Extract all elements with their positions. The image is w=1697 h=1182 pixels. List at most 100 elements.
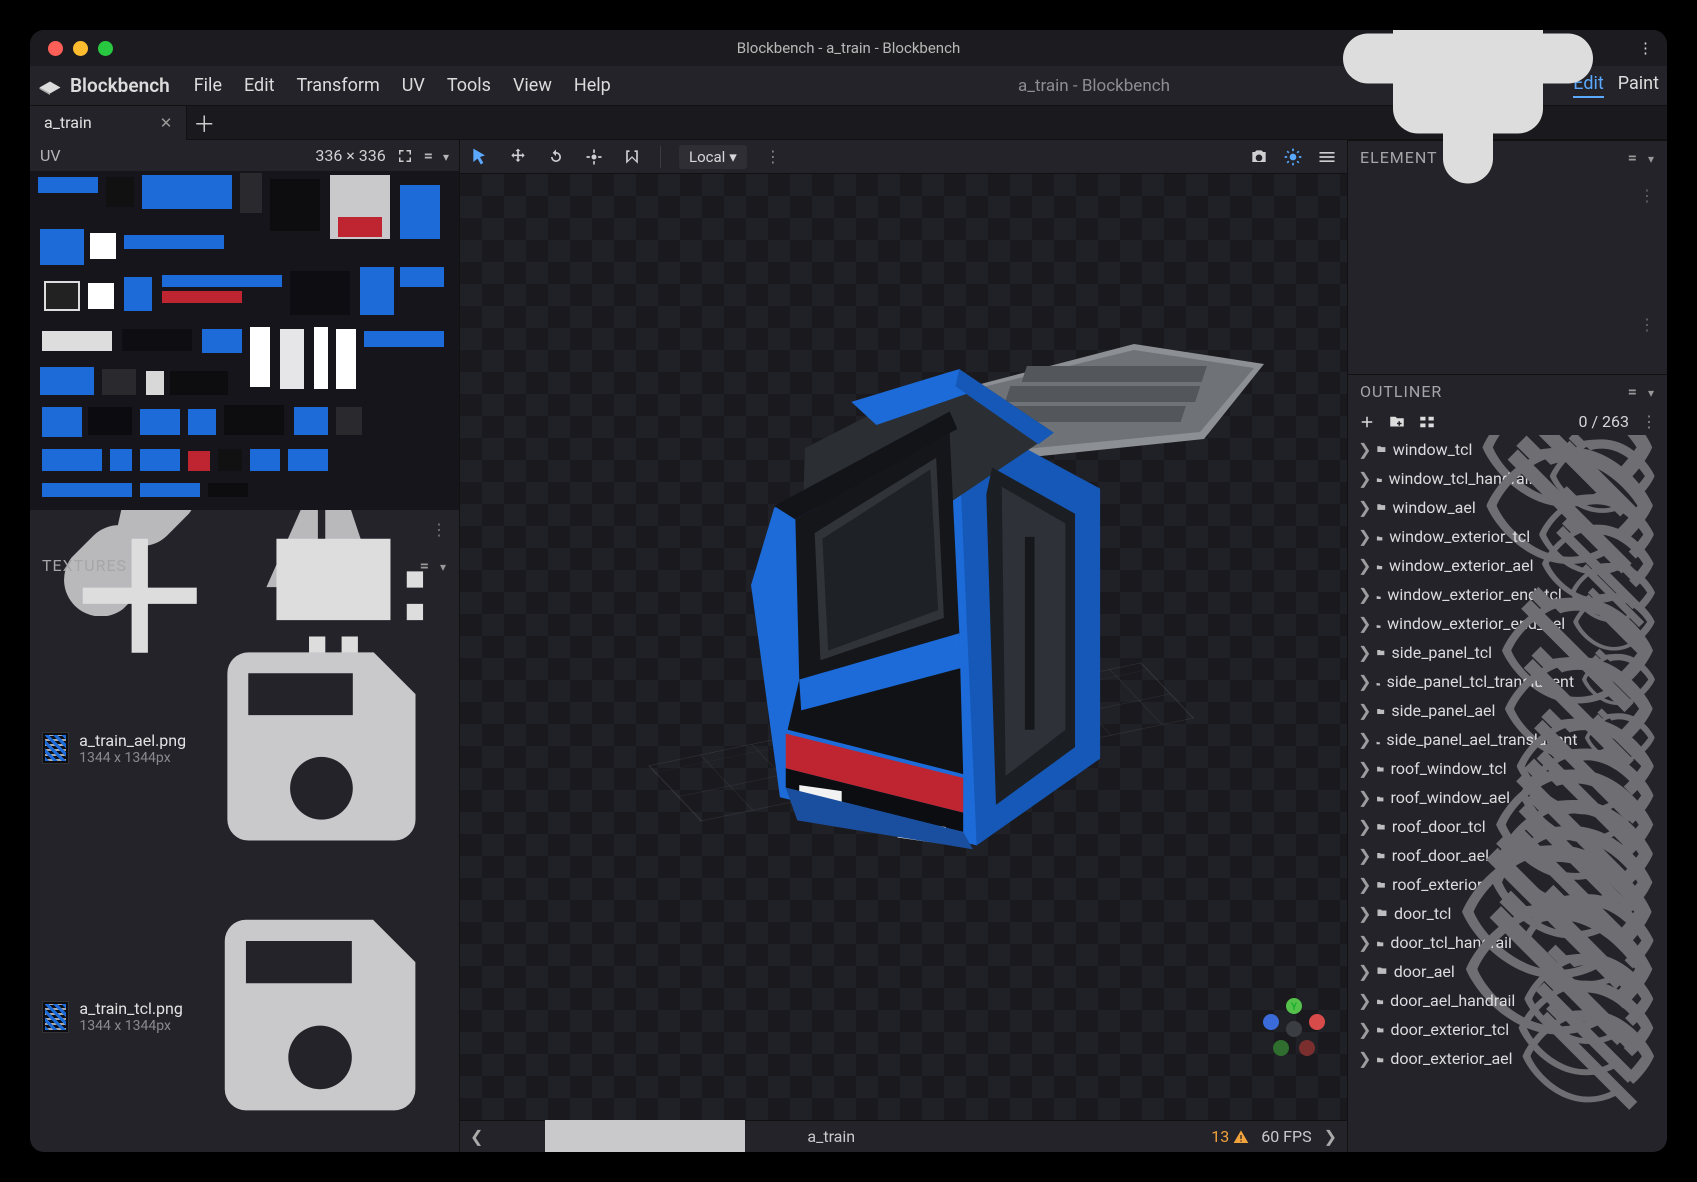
chevron-right-icon[interactable]: ❯ bbox=[1358, 991, 1370, 1010]
shading-icon[interactable] bbox=[1283, 147, 1303, 167]
outliner-collapse-icon[interactable] bbox=[1648, 382, 1655, 401]
maximize-window-button[interactable] bbox=[98, 41, 113, 56]
rotate-tool-icon[interactable] bbox=[546, 147, 566, 167]
uv-preview[interactable] bbox=[30, 171, 459, 510]
menu-transform[interactable]: Transform bbox=[292, 73, 383, 98]
menu-help[interactable]: Help bbox=[570, 73, 615, 98]
chevron-right-icon[interactable]: ❯ bbox=[1358, 817, 1370, 836]
folder-icon bbox=[1376, 788, 1384, 807]
viewport[interactable]: Y bbox=[460, 174, 1347, 1120]
visibility-icon[interactable] bbox=[1519, 987, 1657, 1129]
close-tab-icon[interactable]: ✕ bbox=[160, 114, 173, 132]
texture-buttons bbox=[30, 581, 459, 615]
chevron-right-icon[interactable]: ❯ bbox=[1358, 875, 1370, 894]
right-panel: ELEMENT OUTLINER bbox=[1347, 140, 1667, 1152]
vertex-snap-tool-icon[interactable] bbox=[622, 147, 642, 167]
texture-row[interactable]: a_train_tcl.png 1344 x 1344px bbox=[30, 882, 459, 1152]
outliner-options-icon[interactable] bbox=[1628, 382, 1638, 401]
texture-thumbnail-icon bbox=[42, 732, 69, 764]
folder-icon bbox=[1376, 440, 1387, 459]
center-panel: Local ▾ bbox=[460, 140, 1347, 1152]
chevron-right-icon[interactable]: ❯ bbox=[1358, 933, 1370, 952]
chevron-right-icon[interactable]: ❯ bbox=[1358, 643, 1370, 662]
transform-space-label: Local bbox=[689, 148, 725, 166]
outliner-node-label: roof_window_tcl bbox=[1391, 759, 1507, 778]
pivot-tool-icon[interactable] bbox=[584, 147, 604, 167]
outliner-node-label: window_ael bbox=[1393, 498, 1476, 517]
texture-list: a_train_ael.png 1344 x 1344px a_train_tc… bbox=[30, 615, 459, 1152]
minimize-window-button[interactable] bbox=[73, 41, 88, 56]
select-tool-icon[interactable] bbox=[470, 147, 490, 167]
chevron-right-icon[interactable]: ❯ bbox=[1358, 498, 1370, 517]
uv-toolbar: UV 336 × 336 bbox=[30, 140, 459, 171]
toolbar-more-icon[interactable] bbox=[765, 147, 781, 166]
uv-dimensions: 336 × 336 bbox=[315, 146, 385, 165]
menu-view[interactable]: View bbox=[509, 73, 556, 98]
save-texture-icon[interactable] bbox=[196, 621, 447, 876]
uv-options-icon[interactable] bbox=[424, 146, 433, 165]
folder-icon bbox=[1376, 991, 1384, 1010]
chevron-right-icon[interactable]: ❯ bbox=[1358, 788, 1370, 807]
status-warning[interactable]: 13 bbox=[1211, 1127, 1249, 1146]
texture-dim: 1344 x 1344px bbox=[79, 750, 186, 766]
folder-icon bbox=[1376, 498, 1387, 517]
titlebar: Blockbench - a_train - Blockbench bbox=[30, 30, 1667, 66]
texture-name: a_train_ael.png bbox=[79, 731, 186, 750]
outliner-toggle-icon[interactable] bbox=[1418, 413, 1436, 431]
outliner-toolbar: 0 / 263 bbox=[1348, 408, 1667, 435]
status-fps: 60 FPS bbox=[1261, 1127, 1311, 1146]
file-tab[interactable]: a_train ✕ bbox=[30, 106, 187, 140]
chevron-right-icon[interactable]: ❯ bbox=[1358, 585, 1370, 604]
chevron-right-icon[interactable]: ❯ bbox=[1358, 614, 1370, 633]
chevron-right-icon[interactable]: ❯ bbox=[1358, 1020, 1370, 1039]
model-train bbox=[699, 344, 1129, 884]
transform-space-select[interactable]: Local ▾ bbox=[679, 145, 747, 169]
chevron-right-icon[interactable]: ❯ bbox=[1358, 440, 1370, 459]
texture-row[interactable]: a_train_ael.png 1344 x 1344px bbox=[30, 615, 459, 882]
warning-count: 13 bbox=[1211, 1127, 1229, 1146]
chevron-right-icon[interactable]: ❯ bbox=[1358, 962, 1370, 981]
menu-uv[interactable]: UV bbox=[398, 73, 429, 98]
folder-icon bbox=[1376, 1020, 1385, 1039]
chevron-right-icon[interactable]: ❯ bbox=[1358, 556, 1370, 575]
outliner-node-label: window_tcl bbox=[1393, 440, 1473, 459]
outliner-node-label: window_exterior_tcl bbox=[1389, 527, 1530, 546]
new-tab-button[interactable]: ＋ bbox=[187, 107, 221, 139]
app-window: Blockbench - a_train - Blockbench Blockb… bbox=[30, 30, 1667, 1152]
chevron-right-icon[interactable]: ❯ bbox=[1358, 701, 1370, 720]
chevron-right-icon[interactable]: ❯ bbox=[1358, 469, 1370, 488]
menu-file[interactable]: File bbox=[190, 73, 226, 98]
outliner-more-icon[interactable] bbox=[1641, 412, 1657, 431]
add-group-icon[interactable] bbox=[1388, 413, 1406, 431]
chevron-right-icon[interactable]: ❯ bbox=[1358, 730, 1370, 749]
save-texture-icon[interactable] bbox=[193, 888, 447, 1146]
outliner-node-label: door_ael bbox=[1394, 962, 1455, 981]
folder-icon bbox=[1376, 817, 1386, 836]
move-tool-icon[interactable] bbox=[508, 147, 528, 167]
element-more-icon-2[interactable] bbox=[1639, 315, 1655, 334]
status-forward-icon[interactable]: ❯ bbox=[1324, 1127, 1337, 1146]
texture-name: a_train_tcl.png bbox=[79, 999, 182, 1018]
extension-icon[interactable] bbox=[1318, 30, 1618, 200]
menu-edit[interactable]: Edit bbox=[240, 73, 278, 98]
chevron-right-icon[interactable]: ❯ bbox=[1358, 759, 1370, 778]
chevron-right-icon[interactable]: ❯ bbox=[1358, 672, 1370, 691]
chevron-right-icon[interactable]: ❯ bbox=[1358, 846, 1370, 865]
menu-tools[interactable]: Tools bbox=[443, 73, 495, 98]
status-back-icon[interactable]: ❮ bbox=[470, 1127, 483, 1146]
texture-dim: 1344 x 1344px bbox=[79, 1018, 182, 1034]
add-cube-icon[interactable] bbox=[1358, 413, 1376, 431]
screenshot-icon[interactable] bbox=[1249, 147, 1269, 167]
close-window-button[interactable] bbox=[48, 41, 63, 56]
uv-collapse-icon[interactable] bbox=[443, 146, 449, 165]
chevron-right-icon[interactable]: ❯ bbox=[1358, 1049, 1370, 1068]
uv-fullscreen-icon[interactable] bbox=[396, 147, 414, 165]
chevron-right-icon[interactable]: ❯ bbox=[1358, 527, 1370, 546]
chevron-right-icon[interactable]: ❯ bbox=[1358, 904, 1370, 923]
outliner-node-label: door_ael_handrail bbox=[1390, 991, 1515, 1010]
folder-icon bbox=[1376, 759, 1385, 778]
left-panel: UV 336 × 336 bbox=[30, 140, 460, 1152]
orientation-gizmo[interactable]: Y bbox=[1259, 994, 1329, 1064]
app-menu-icon[interactable] bbox=[1638, 39, 1653, 57]
folder-icon bbox=[1376, 614, 1381, 633]
